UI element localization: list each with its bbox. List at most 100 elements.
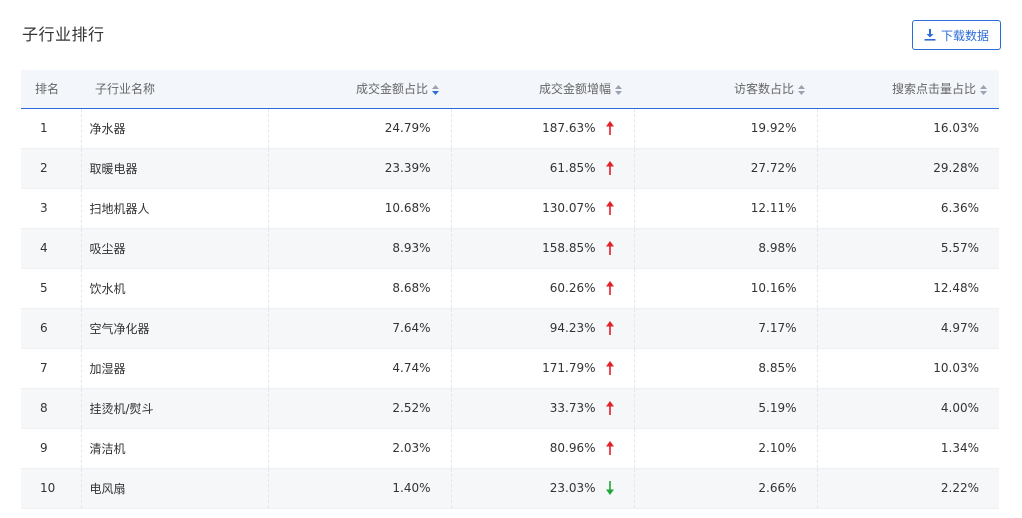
cell-visitor-share: 7.17% <box>633 308 817 349</box>
cell-amount-growth-value: 23.03% <box>549 480 596 495</box>
cell-sub-industry-name: 吸尘器 <box>80 228 268 269</box>
cell-amount-share: 23.39% <box>267 148 451 189</box>
sort-icon[interactable] <box>432 84 439 95</box>
cell-visitor-share: 27.72% <box>633 148 817 189</box>
cell-visitor-share: 8.85% <box>633 348 817 389</box>
cell-rank: 10 <box>21 468 81 509</box>
cell-rank: 6 <box>21 308 81 349</box>
header-visitor-share[interactable]: 访客数占比 <box>634 70 817 108</box>
cell-visitor-share: 8.98% <box>633 228 817 269</box>
header-rank: 排名 <box>35 82 60 97</box>
table-row: 5 饮水机 8.68% 60.26% 10.16% 12.48% <box>21 268 999 309</box>
cell-search-click-share: 4.00% <box>816 388 999 429</box>
cell-search-click-share: 4.97% <box>816 308 999 349</box>
cell-search-click-share: 16.03% <box>816 108 999 149</box>
download-button-label: 下载数据 <box>940 28 989 43</box>
cell-amount-share: 7.64% <box>267 308 451 349</box>
cell-amount-growth: 23.03% <box>450 468 634 509</box>
sort-icon[interactable] <box>798 84 805 95</box>
sub-industry-ranking-table: 排名 子行业名称 成交金额占比 成交金额增幅 访客数占比 搜索点击量占比 1 净… <box>21 70 999 509</box>
cell-amount-growth-value: 130.07% <box>542 200 596 215</box>
cell-amount-share: 10.68% <box>267 188 451 229</box>
cell-sub-industry-name: 扫地机器人 <box>80 188 268 229</box>
cell-amount-share: 8.93% <box>267 228 451 269</box>
arrow-down-icon <box>605 481 614 496</box>
table-row: 1 净水器 24.79% 187.63% 19.92% 16.03% <box>21 108 999 149</box>
cell-search-click-share: 2.22% <box>816 468 999 509</box>
cell-rank: 8 <box>21 388 81 429</box>
header-amount-share[interactable]: 成交金额占比 <box>268 70 451 108</box>
arrow-up-icon <box>605 201 614 216</box>
arrow-up-icon <box>605 441 614 456</box>
panel-title: 子行业排行 <box>22 25 105 44</box>
cell-visitor-share: 2.66% <box>633 468 817 509</box>
cell-amount-growth: 171.79% <box>450 348 634 389</box>
cell-sub-industry-name: 电风扇 <box>80 468 268 509</box>
cell-amount-growth: 158.85% <box>450 228 634 269</box>
arrow-up-icon <box>605 321 614 336</box>
cell-visitor-share: 19.92% <box>633 108 817 149</box>
cell-sub-industry-name: 取暖电器 <box>80 148 268 189</box>
sort-icon[interactable] <box>615 84 622 95</box>
header-amount-share-label: 成交金额占比 <box>355 82 428 97</box>
cell-amount-growth-value: 80.96% <box>549 440 596 455</box>
cell-amount-share: 4.74% <box>267 348 451 389</box>
cell-search-click-share: 1.34% <box>816 428 999 469</box>
cell-visitor-share: 10.16% <box>633 268 817 309</box>
cell-amount-growth: 61.85% <box>450 148 634 189</box>
cell-sub-industry-name: 加湿器 <box>80 348 268 389</box>
cell-amount-growth-value: 187.63% <box>542 120 596 135</box>
cell-search-click-share: 10.03% <box>816 348 999 389</box>
cell-visitor-share: 2.10% <box>633 428 817 469</box>
cell-amount-share: 8.68% <box>267 268 451 309</box>
cell-rank: 9 <box>21 428 81 469</box>
download-data-button[interactable]: 下载数据 <box>912 20 1001 50</box>
header-search-click-share[interactable]: 搜索点击量占比 <box>817 70 999 108</box>
cell-rank: 4 <box>21 228 81 269</box>
header-amount-growth-label: 成交金额增幅 <box>538 82 611 97</box>
cell-amount-growth: 130.07% <box>450 188 634 229</box>
cell-rank: 5 <box>21 268 81 309</box>
table-row: 8 挂烫机/熨斗 2.52% 33.73% 5.19% 4.00% <box>21 388 999 429</box>
cell-rank: 7 <box>21 348 81 389</box>
cell-rank: 2 <box>21 148 81 189</box>
sort-icon[interactable] <box>980 84 987 95</box>
cell-search-click-share: 5.57% <box>816 228 999 269</box>
cell-search-click-share: 29.28% <box>816 148 999 189</box>
cell-sub-industry-name: 空气净化器 <box>80 308 268 349</box>
table-row: 7 加湿器 4.74% 171.79% 8.85% 10.03% <box>21 348 999 389</box>
cell-rank: 1 <box>21 108 81 149</box>
cell-search-click-share: 12.48% <box>816 268 999 309</box>
arrow-up-icon <box>605 401 614 416</box>
download-icon <box>924 29 936 41</box>
cell-visitor-share: 5.19% <box>633 388 817 429</box>
table-row: 4 吸尘器 8.93% 158.85% 8.98% 5.57% <box>21 228 999 269</box>
header-search-click-share-label: 搜索点击量占比 <box>891 82 976 97</box>
table-row: 6 空气净化器 7.64% 94.23% 7.17% 4.97% <box>21 308 999 349</box>
cell-amount-growth-value: 60.26% <box>549 280 596 295</box>
cell-amount-growth-value: 61.85% <box>549 160 596 175</box>
cell-sub-industry-name: 净水器 <box>80 108 268 149</box>
cell-amount-growth-value: 171.79% <box>542 360 596 375</box>
table-row: 10 电风扇 1.40% 23.03% 2.66% 2.22% <box>21 468 999 509</box>
cell-sub-industry-name: 挂烫机/熨斗 <box>80 388 268 429</box>
cell-amount-share: 1.40% <box>267 468 451 509</box>
arrow-up-icon <box>605 161 614 176</box>
cell-amount-growth-value: 33.73% <box>549 400 596 415</box>
cell-amount-share: 24.79% <box>267 108 451 149</box>
table-row: 9 清洁机 2.03% 80.96% 2.10% 1.34% <box>21 428 999 469</box>
cell-amount-share: 2.03% <box>267 428 451 469</box>
table-row: 2 取暖电器 23.39% 61.85% 27.72% 29.28% <box>21 148 999 189</box>
cell-sub-industry-name: 饮水机 <box>80 268 268 309</box>
table-header-row: 排名 子行业名称 成交金额占比 成交金额增幅 访客数占比 搜索点击量占比 <box>21 70 999 108</box>
cell-amount-growth: 94.23% <box>450 308 634 349</box>
arrow-up-icon <box>605 281 614 296</box>
header-amount-growth[interactable]: 成交金额增幅 <box>451 70 634 108</box>
cell-amount-growth: 187.63% <box>450 108 634 149</box>
cell-search-click-share: 6.36% <box>816 188 999 229</box>
cell-amount-growth: 33.73% <box>450 388 634 429</box>
arrow-up-icon <box>605 361 614 376</box>
cell-amount-share: 2.52% <box>267 388 451 429</box>
arrow-up-icon <box>605 121 614 136</box>
header-sub-industry-name: 子行业名称 <box>95 82 156 97</box>
